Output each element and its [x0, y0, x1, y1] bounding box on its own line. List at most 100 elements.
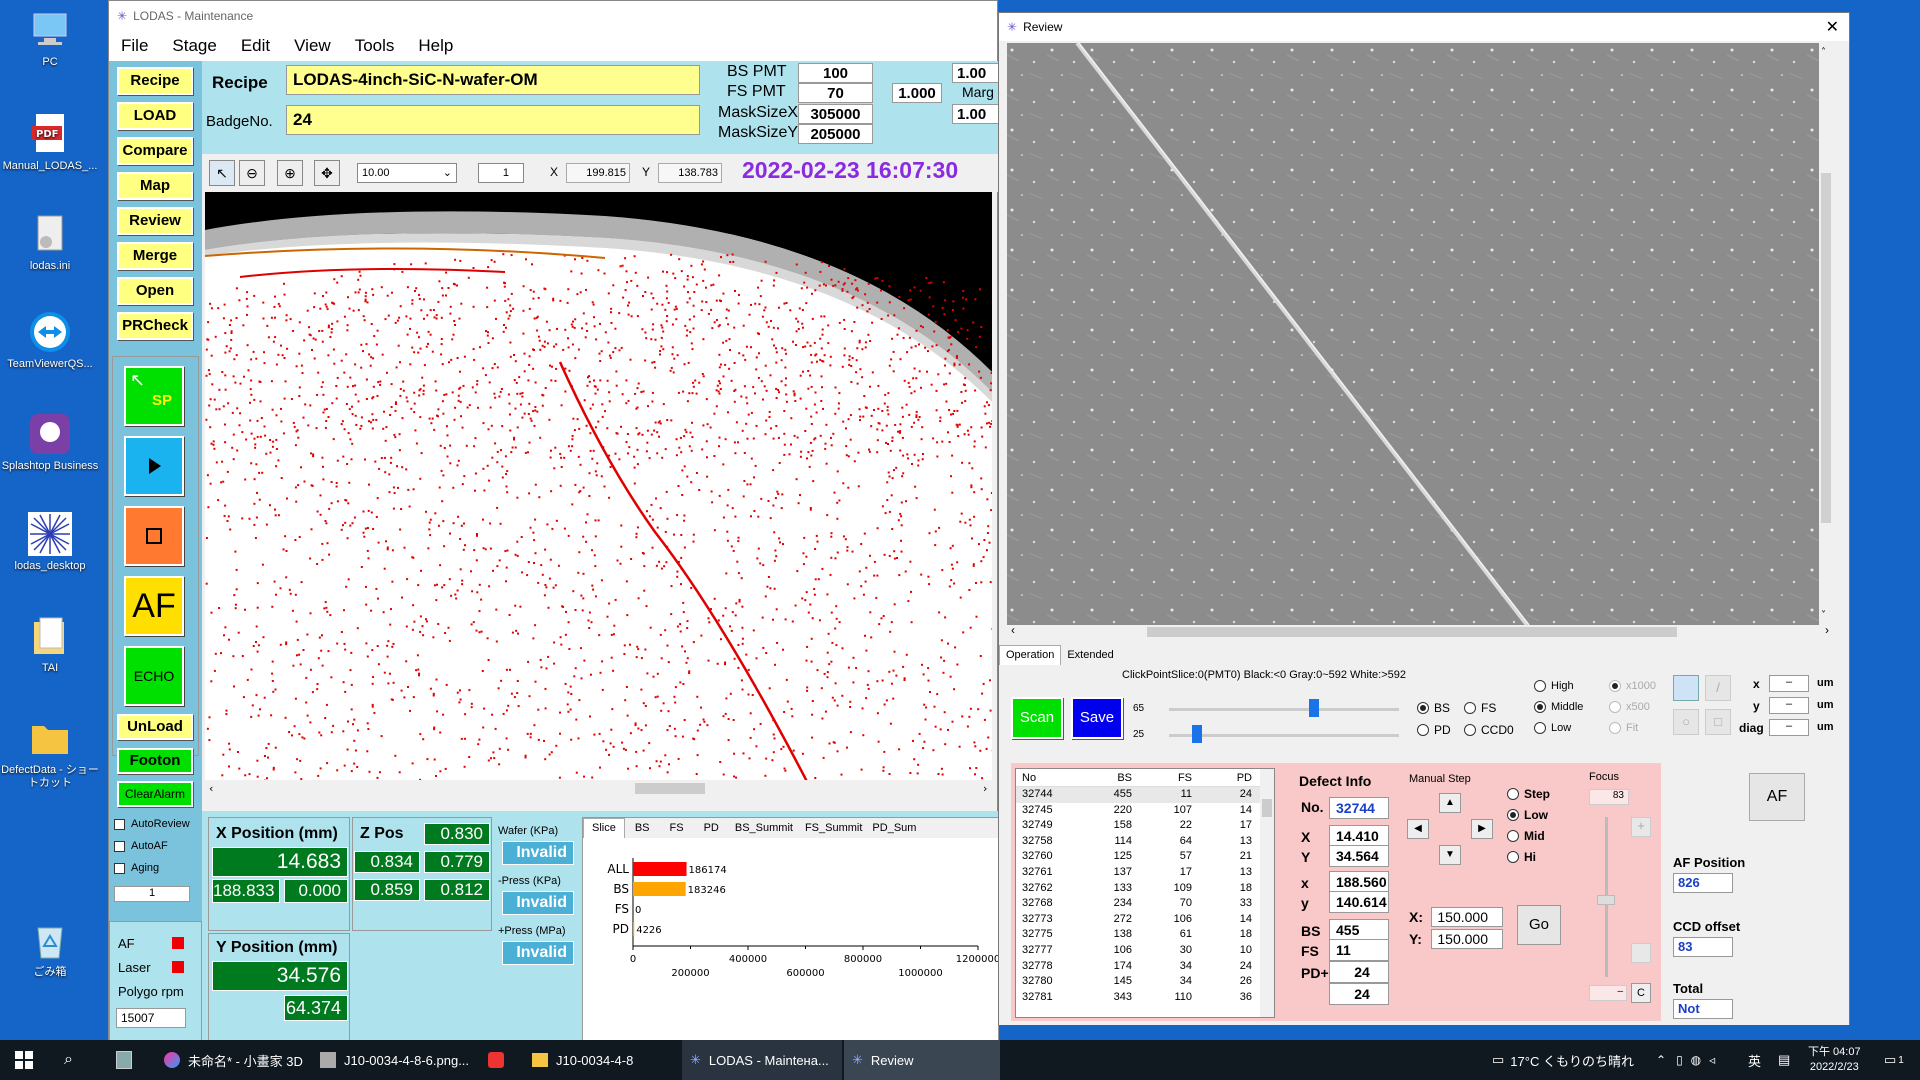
table-row[interactable]: 32760 125 57 21 [1016, 849, 1274, 865]
scroll-right-icon[interactable]: › [1825, 623, 1829, 637]
focus-plus-button[interactable]: + [1631, 817, 1651, 837]
slider1-thumb[interactable] [1309, 699, 1319, 717]
menu-help[interactable]: Help [406, 36, 465, 56]
table-row[interactable]: 32777 106 30 10 [1016, 943, 1274, 959]
tray-icons[interactable]: ⌃ ▯ ◍ ◃ [1648, 1040, 1723, 1080]
radio-middle[interactable]: Middle [1534, 701, 1583, 713]
taskbar-item-review[interactable]: ✳ Review [844, 1040, 1000, 1080]
tab-slice[interactable]: Slice [583, 818, 625, 838]
step-down-button[interactable]: ▼ [1439, 845, 1461, 865]
table-row[interactable]: 32749 158 22 17 [1016, 818, 1274, 834]
zoom-in-button[interactable]: ⊕ [277, 160, 303, 186]
radio-hi-step[interactable]: Hi [1507, 850, 1536, 864]
review-image-canvas[interactable]: ˄ ˅ [1007, 43, 1833, 625]
menu-file[interactable]: File [109, 36, 160, 56]
page-spinner[interactable]: 1 [478, 163, 524, 183]
bs-pmt-field[interactable]: 100 [798, 63, 873, 83]
desktop-icon-manual[interactable]: PDF Manual_LODAS_... [0, 112, 100, 173]
echo-button[interactable]: ECHO [124, 646, 184, 706]
save-button[interactable]: Save [1071, 697, 1123, 739]
menu-edit[interactable]: Edit [229, 36, 282, 56]
taskbar-item-paint3d[interactable]: 未命名* - 小畫家 3D [156, 1040, 311, 1080]
hscroll-thumb[interactable] [1147, 627, 1677, 637]
radio-high[interactable]: High [1534, 680, 1574, 692]
slider1-track[interactable] [1169, 708, 1399, 711]
tab-operation[interactable]: Operation [999, 645, 1062, 665]
taskbar-item-lodas[interactable]: ✳ LODAS - Mainteна... [682, 1040, 842, 1080]
focus-slider-thumb[interactable] [1597, 895, 1615, 905]
clock[interactable]: 下午 04:07 2022/2/23 [1800, 1040, 1869, 1080]
ime-mode-icon[interactable]: ▤ [1770, 1040, 1798, 1080]
radio-low-step[interactable]: Low [1507, 808, 1548, 822]
radio-ccd0[interactable]: CCD0 [1464, 723, 1514, 737]
masksizey-field[interactable]: 205000 [798, 124, 873, 144]
desktop-icon-tai[interactable]: TAI [0, 614, 100, 675]
focus-c-button[interactable]: C [1631, 983, 1651, 1003]
step-left-button[interactable]: ◀ [1407, 819, 1429, 839]
go-y-input[interactable]: 150.000 [1431, 929, 1503, 949]
right-value-3[interactable]: 1.00 [952, 104, 1002, 124]
tab-bs-summit[interactable]: BS_Summit [729, 818, 799, 838]
wafer-map-canvas[interactable]: ‹ › [205, 192, 992, 797]
measure-square-button[interactable]: □ [1705, 709, 1731, 735]
tab-extended[interactable]: Extended [1061, 645, 1119, 665]
play-button[interactable] [124, 436, 184, 496]
table-row[interactable]: 32745 220 107 14 [1016, 803, 1274, 819]
merge-button[interactable]: Merge [117, 242, 193, 270]
radio-low[interactable]: Low [1534, 722, 1571, 734]
review-hscroll[interactable]: ‹ › [1007, 623, 1833, 639]
desktop-icon-lodas-ini[interactable]: lodas.ini [0, 212, 100, 273]
focus-step-button[interactable] [1631, 943, 1651, 963]
badge-field[interactable]: 24 [286, 105, 700, 135]
menu-view[interactable]: View [282, 36, 343, 56]
stop-button[interactable] [124, 506, 184, 566]
right-value-1[interactable]: 1.00 [952, 63, 1002, 83]
af-review-button[interactable]: AF [1749, 773, 1805, 821]
table-row[interactable]: 32775 138 61 18 [1016, 927, 1274, 943]
table-row[interactable]: 32780 145 34 26 [1016, 974, 1274, 990]
measure-rect-button[interactable] [1673, 675, 1699, 701]
pan-button[interactable]: ✥ [314, 160, 340, 186]
table-row[interactable]: 32761 137 17 13 [1016, 865, 1274, 881]
compare-button[interactable]: Compare [117, 137, 193, 165]
load-button[interactable]: LOAD [117, 102, 193, 130]
zoom-select[interactable]: 10.00 ⌄ [357, 163, 457, 183]
table-row[interactable]: 32758 114 64 13 [1016, 834, 1274, 850]
footon-button[interactable]: Footon [117, 748, 193, 774]
pointer-tool-button[interactable]: ↖ [209, 160, 235, 186]
ime-indicator[interactable]: 英 [1740, 1040, 1769, 1080]
search-button[interactable]: ⌕ [56, 1040, 81, 1080]
go-x-input[interactable]: 150.000 [1431, 907, 1503, 927]
tab-fs[interactable]: FS [660, 818, 694, 838]
slider2-thumb[interactable] [1192, 725, 1202, 743]
step-up-button[interactable]: ▲ [1439, 793, 1461, 813]
radio-mid-step[interactable]: Mid [1507, 829, 1545, 843]
step-right-button[interactable]: ▶ [1471, 819, 1493, 839]
desktop-icon-lodas-desktop[interactable]: lodas_desktop [0, 512, 100, 573]
open-button[interactable]: Open [117, 277, 193, 305]
wafer-map[interactable]: ‹ › [205, 192, 992, 797]
radio-x500[interactable]: x500 [1609, 701, 1650, 713]
table-row[interactable]: 32768 234 70 33 [1016, 896, 1274, 912]
start-button[interactable] [6, 1040, 42, 1080]
autoreview-checkbox[interactable]: AutoReview [114, 818, 190, 830]
close-icon[interactable]: ✕ [1826, 17, 1839, 37]
unload-button[interactable]: UnLoad [117, 714, 193, 740]
tab-fs-summit[interactable]: FS_Summit [799, 818, 868, 838]
table-scrollbar[interactable] [1260, 769, 1274, 1017]
desktop-icon-splashtop[interactable]: Splashtop Business [0, 412, 100, 473]
weather-widget[interactable]: ▭ 17°C くもりのち晴れ [1484, 1040, 1642, 1080]
scan-button[interactable]: Scan [1011, 697, 1063, 739]
af-button[interactable]: AF [124, 576, 184, 636]
desktop-icon-defectdata[interactable]: DefectData - ショートカット [0, 716, 100, 790]
sp-button[interactable]: ↖ SP [124, 366, 184, 426]
prcheck-button[interactable]: PRCheck [117, 312, 193, 340]
table-row[interactable]: 32773 272 106 14 [1016, 912, 1274, 928]
aging-spinner[interactable]: 1 [114, 886, 190, 902]
go-button[interactable]: Go [1517, 905, 1561, 945]
tab-pd[interactable]: PD [694, 818, 729, 838]
taskbar-calc[interactable] [108, 1040, 140, 1080]
tab-pd-summit[interactable]: PD_Sum [868, 818, 920, 838]
desktop-icon-recycle-bin[interactable]: ごみ箱 [0, 918, 100, 979]
review-button[interactable]: Review [117, 207, 193, 235]
